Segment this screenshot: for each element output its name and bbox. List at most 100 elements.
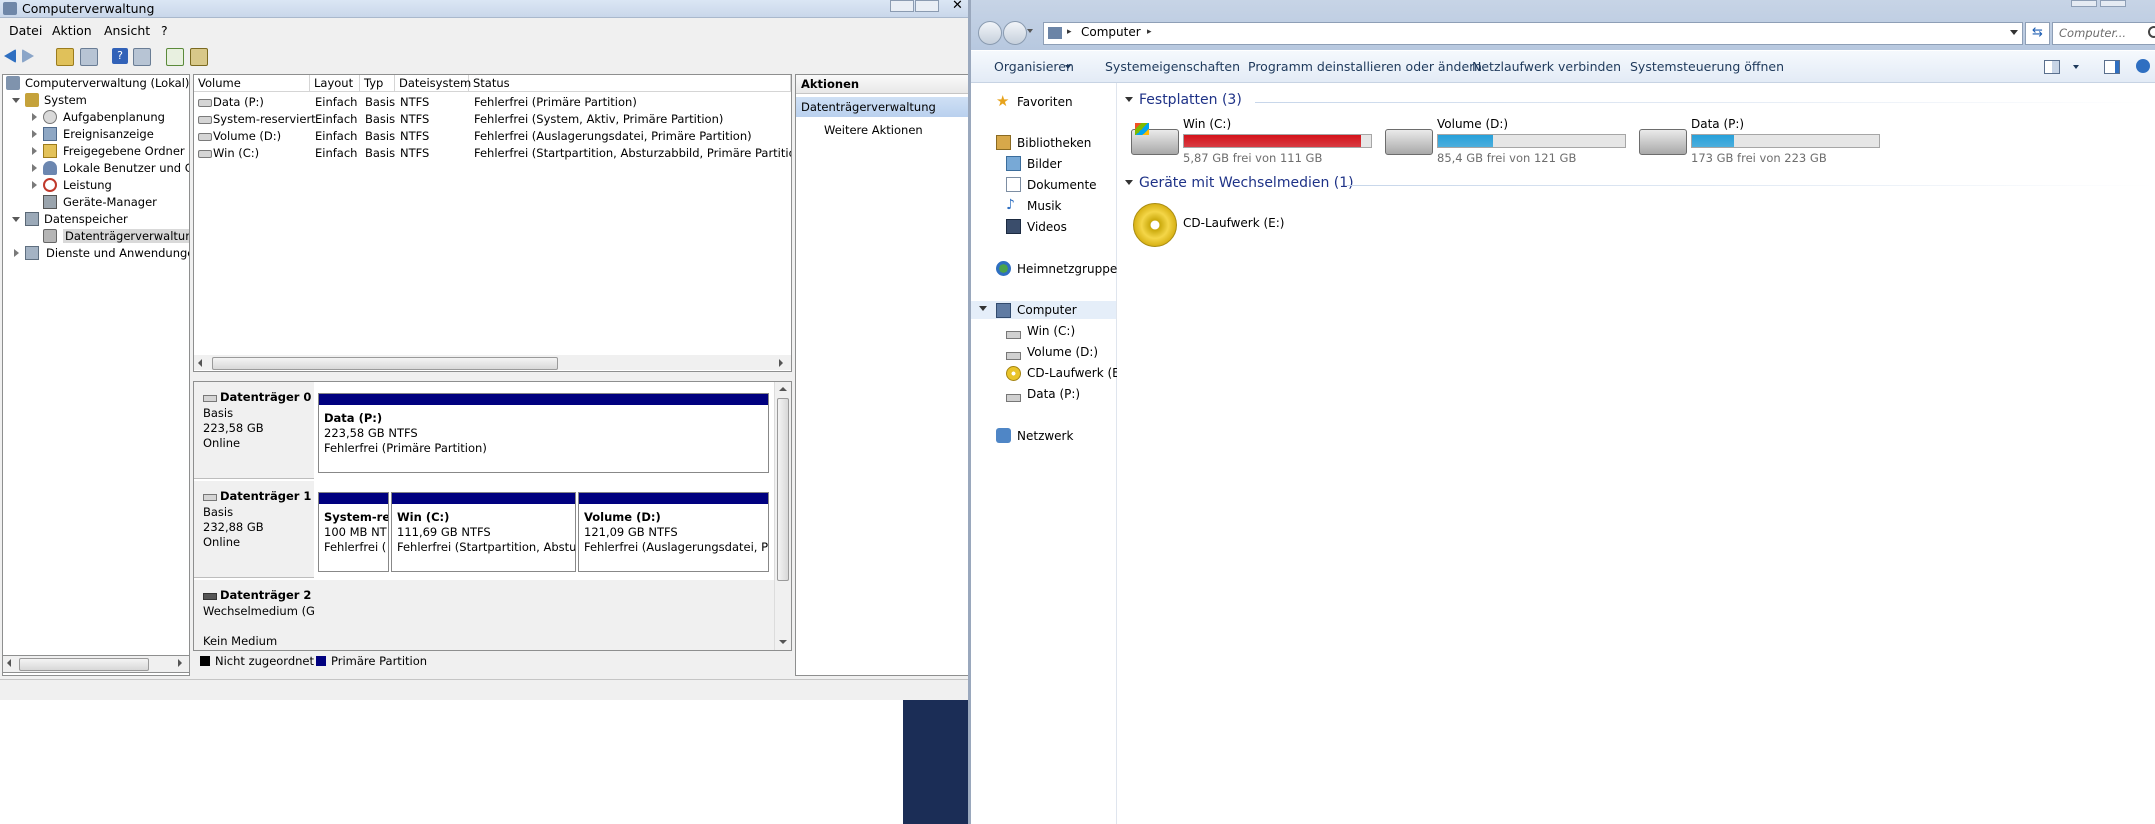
menu-ansicht[interactable]: Ansicht	[104, 23, 150, 38]
partition-system-reserved[interactable]: System-re 100 MB NT Fehlerfrei (	[318, 492, 389, 572]
address-bar[interactable]: ▸ Computer ▸	[1043, 22, 2023, 45]
nav-bilder[interactable]: Bilder	[1027, 157, 1062, 171]
scroll-right-icon[interactable]	[779, 359, 783, 367]
scrollbar-thumb[interactable]	[777, 398, 789, 581]
refresh-icon[interactable]: ⇆	[2025, 22, 2050, 45]
column-header-layout[interactable]: Layout	[310, 75, 360, 92]
partition-bar	[319, 493, 388, 504]
maximize-button[interactable]	[915, 0, 939, 12]
nav-homegroup[interactable]: Heimnetzgruppe	[1017, 262, 1117, 276]
recent-pages-icon[interactable]	[1027, 29, 1033, 33]
drive-tile-c[interactable]: Win (C:) 5,87 GB frei von 111 GB	[1131, 117, 1381, 167]
partition-data-p[interactable]: Data (P:) 223,58 GB NTFS Fehlerfrei (Pri…	[318, 393, 769, 473]
column-header-dateisystem[interactable]: Dateisystem	[395, 75, 471, 92]
expand-icon[interactable]	[32, 147, 37, 155]
nav-musik[interactable]: Musik	[1027, 199, 1062, 213]
nav-dokumente[interactable]: Dokumente	[1027, 178, 1097, 192]
scroll-up-icon[interactable]	[779, 387, 787, 391]
nav-drive-d[interactable]: Volume (D:)	[1027, 345, 1098, 359]
action-weitere-aktionen[interactable]: Weitere Aktionen	[824, 123, 923, 137]
scrollbar-thumb[interactable]	[212, 357, 558, 370]
expand-icon[interactable]	[32, 130, 37, 138]
refresh-icon[interactable]	[166, 48, 184, 66]
menu-aktion[interactable]: Aktion	[52, 23, 92, 38]
help-icon[interactable]: ?	[112, 48, 128, 64]
cell-volume: System-reserviert	[213, 112, 316, 126]
graph-vertical-scrollbar[interactable]	[774, 382, 791, 650]
column-header-typ[interactable]: Typ	[360, 75, 395, 92]
nav-libraries[interactable]: Bibliotheken	[1017, 136, 1091, 150]
show-hide-tree-icon[interactable]	[80, 48, 98, 66]
group-header-wechselmedien[interactable]: Geräte mit Wechselmedien (1)	[1139, 175, 1354, 191]
scrollbar-thumb[interactable]	[19, 658, 149, 671]
collapse-icon[interactable]	[12, 217, 20, 222]
tree-horizontal-scrollbar[interactable]	[2, 655, 190, 673]
nav-drive-c[interactable]: Win (C:)	[1027, 324, 1075, 338]
up-folder-icon[interactable]	[56, 48, 74, 66]
expand-icon[interactable]	[32, 113, 37, 121]
scroll-left-icon[interactable]	[198, 359, 202, 367]
drive-tile-d[interactable]: Volume (D:) 85,4 GB frei von 121 GB	[1385, 117, 1635, 167]
view-options-icon[interactable]	[2044, 60, 2060, 74]
action-pane-icon[interactable]	[133, 48, 151, 66]
back-button[interactable]	[978, 21, 1002, 45]
breadcrumb[interactable]: Computer	[1081, 25, 1141, 39]
drive-tile-cd[interactable]: CD-Laufwerk (E:)	[1131, 201, 1331, 249]
disk-0-label[interactable]: Datenträger 0 Basis 223,58 GB Online	[194, 382, 314, 479]
tree-item-label: Datenspeicher	[44, 212, 128, 226]
preview-pane-icon[interactable]	[2104, 60, 2120, 74]
view-dropdown-icon[interactable]	[2073, 65, 2079, 69]
expand-icon[interactable]	[14, 249, 19, 257]
forward-icon[interactable]	[22, 49, 34, 63]
open-control-panel-button[interactable]: Systemsteuerung öffnen	[1630, 59, 1784, 74]
system-properties-button[interactable]: Systemeigenschaften	[1105, 59, 1240, 74]
menu-datei[interactable]: Datei	[9, 23, 42, 38]
group-header-festplatten[interactable]: Festplatten (3)	[1139, 92, 1242, 108]
list-horizontal-scrollbar[interactable]	[194, 355, 791, 370]
menu-help[interactable]: ?	[161, 23, 168, 38]
disk-2-label[interactable]: Datenträger 2 Wechselmedium (G: Kein Med…	[194, 580, 319, 650]
partition-win-c[interactable]: Win (C:) 111,69 GB NTFS Fehlerfrei (Star…	[391, 492, 576, 572]
organize-dropdown-icon[interactable]	[1065, 65, 1071, 69]
nav-computer[interactable]: Computer	[1017, 303, 1077, 317]
properties-icon[interactable]	[190, 48, 208, 66]
nav-cd-drive[interactable]: CD-Laufwerk (E:)	[1027, 366, 1129, 380]
drive-tile-p[interactable]: Data (P:) 173 GB frei von 223 GB	[1639, 117, 1889, 167]
organize-button[interactable]: Organisieren	[994, 59, 1074, 74]
group-collapse-icon[interactable]	[1125, 180, 1133, 185]
maximize-button[interactable]	[2100, 0, 2126, 7]
expand-icon[interactable]	[32, 181, 37, 189]
column-header-volume[interactable]: Volume	[194, 75, 310, 92]
nav-drive-p[interactable]: Data (P:)	[1027, 387, 1080, 401]
nav-network[interactable]: Netzwerk	[1017, 429, 1073, 443]
disk-1-label[interactable]: Datenträger 1 Basis 232,88 GB Online	[194, 481, 314, 578]
address-dropdown-icon[interactable]	[2010, 30, 2018, 35]
nav-videos[interactable]: Videos	[1027, 220, 1067, 234]
disk-2-empty-area	[314, 580, 779, 650]
scroll-left-icon[interactable]	[7, 659, 11, 667]
collapse-icon[interactable]	[979, 306, 987, 311]
minimize-button[interactable]	[890, 0, 914, 12]
drive-usage-bar	[1183, 134, 1372, 148]
search-icon[interactable]	[2148, 26, 2155, 38]
map-network-drive-button[interactable]: Netzlaufwerk verbinden	[1472, 59, 1621, 74]
scroll-right-icon[interactable]	[178, 659, 182, 667]
navigation-tree: Computerverwaltung (Lokal) System Aufgab…	[2, 74, 190, 676]
back-icon[interactable]	[4, 49, 16, 63]
nav-favorites[interactable]: Favoriten	[1017, 95, 1073, 109]
scroll-down-icon[interactable]	[779, 640, 787, 644]
minimize-button[interactable]	[2071, 0, 2097, 7]
help-icon[interactable]	[2136, 59, 2150, 73]
services-icon	[25, 246, 39, 260]
forward-button[interactable]	[1003, 21, 1027, 45]
legend-label: Nicht zugeordnet	[215, 654, 315, 668]
group-collapse-icon[interactable]	[1125, 97, 1133, 102]
actions-section-datentraegerverwaltung[interactable]: Datenträgerverwaltung	[796, 97, 968, 117]
column-header-status[interactable]: Status	[469, 75, 791, 92]
collapse-icon[interactable]	[12, 98, 20, 103]
partition-volume-d[interactable]: Volume (D:) 121,09 GB NTFS Fehlerfrei (A…	[578, 492, 769, 572]
close-icon[interactable]: ✕	[952, 0, 963, 13]
uninstall-program-button[interactable]: Programm deinstallieren oder ändern	[1248, 59, 1482, 74]
search-input[interactable]: Computer...	[2052, 22, 2155, 45]
expand-icon[interactable]	[32, 164, 37, 172]
